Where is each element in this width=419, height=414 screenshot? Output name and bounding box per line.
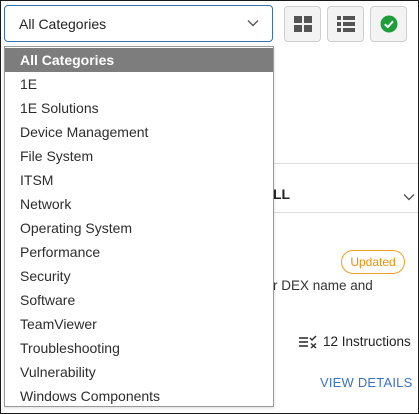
menu-item-all-categories[interactable]: All Categories: [5, 48, 273, 72]
menu-item-network[interactable]: Network: [5, 192, 273, 216]
menu-item-troubleshooting[interactable]: Troubleshooting: [5, 336, 273, 360]
chevron-down-icon[interactable]: [402, 190, 416, 204]
divider: [272, 163, 418, 164]
category-select-value: All Categories: [19, 15, 107, 32]
menu-item-performance[interactable]: Performance: [5, 240, 273, 264]
menu-item-software[interactable]: Software: [5, 288, 273, 312]
menu-item-1e-solutions[interactable]: 1E Solutions: [5, 96, 273, 120]
chevron-down-icon: [247, 20, 259, 27]
category-dropdown-menu: All Categories 1E 1E Solutions Device Ma…: [4, 46, 274, 407]
list-view-button[interactable]: [327, 6, 364, 42]
menu-item-device-management[interactable]: Device Management: [5, 120, 273, 144]
grid-view-button[interactable]: [284, 6, 321, 42]
grid-icon: [293, 16, 312, 32]
divider: [272, 212, 418, 213]
menu-item-security[interactable]: Security: [5, 264, 273, 288]
menu-item-windows-components[interactable]: Windows Components: [5, 384, 273, 408]
menu-item-vulnerability[interactable]: Vulnerability: [5, 360, 273, 384]
category-select[interactable]: All Categories: [4, 5, 273, 42]
menu-item-itsm[interactable]: ITSM: [5, 168, 273, 192]
status-badge: Updated: [341, 250, 405, 274]
menu-item-file-system[interactable]: File System: [5, 144, 273, 168]
menu-item-teamviewer[interactable]: TeamViewer: [5, 312, 273, 336]
check-button[interactable]: [370, 6, 407, 42]
menu-item-1e[interactable]: 1E: [5, 72, 273, 96]
check-circle-icon: [380, 15, 397, 33]
view-details-link[interactable]: VIEW DETAILS: [320, 375, 412, 390]
card-dropdown-text: LL: [273, 186, 291, 202]
list-icon: [336, 16, 355, 32]
menu-item-operating-system[interactable]: Operating System: [5, 216, 273, 240]
checklist-icon: [299, 334, 317, 349]
instructions-label: 12 Instructions: [323, 334, 411, 349]
instructions-count: 12 Instructions: [299, 334, 411, 349]
card-description: r DEX name and: [273, 278, 373, 293]
